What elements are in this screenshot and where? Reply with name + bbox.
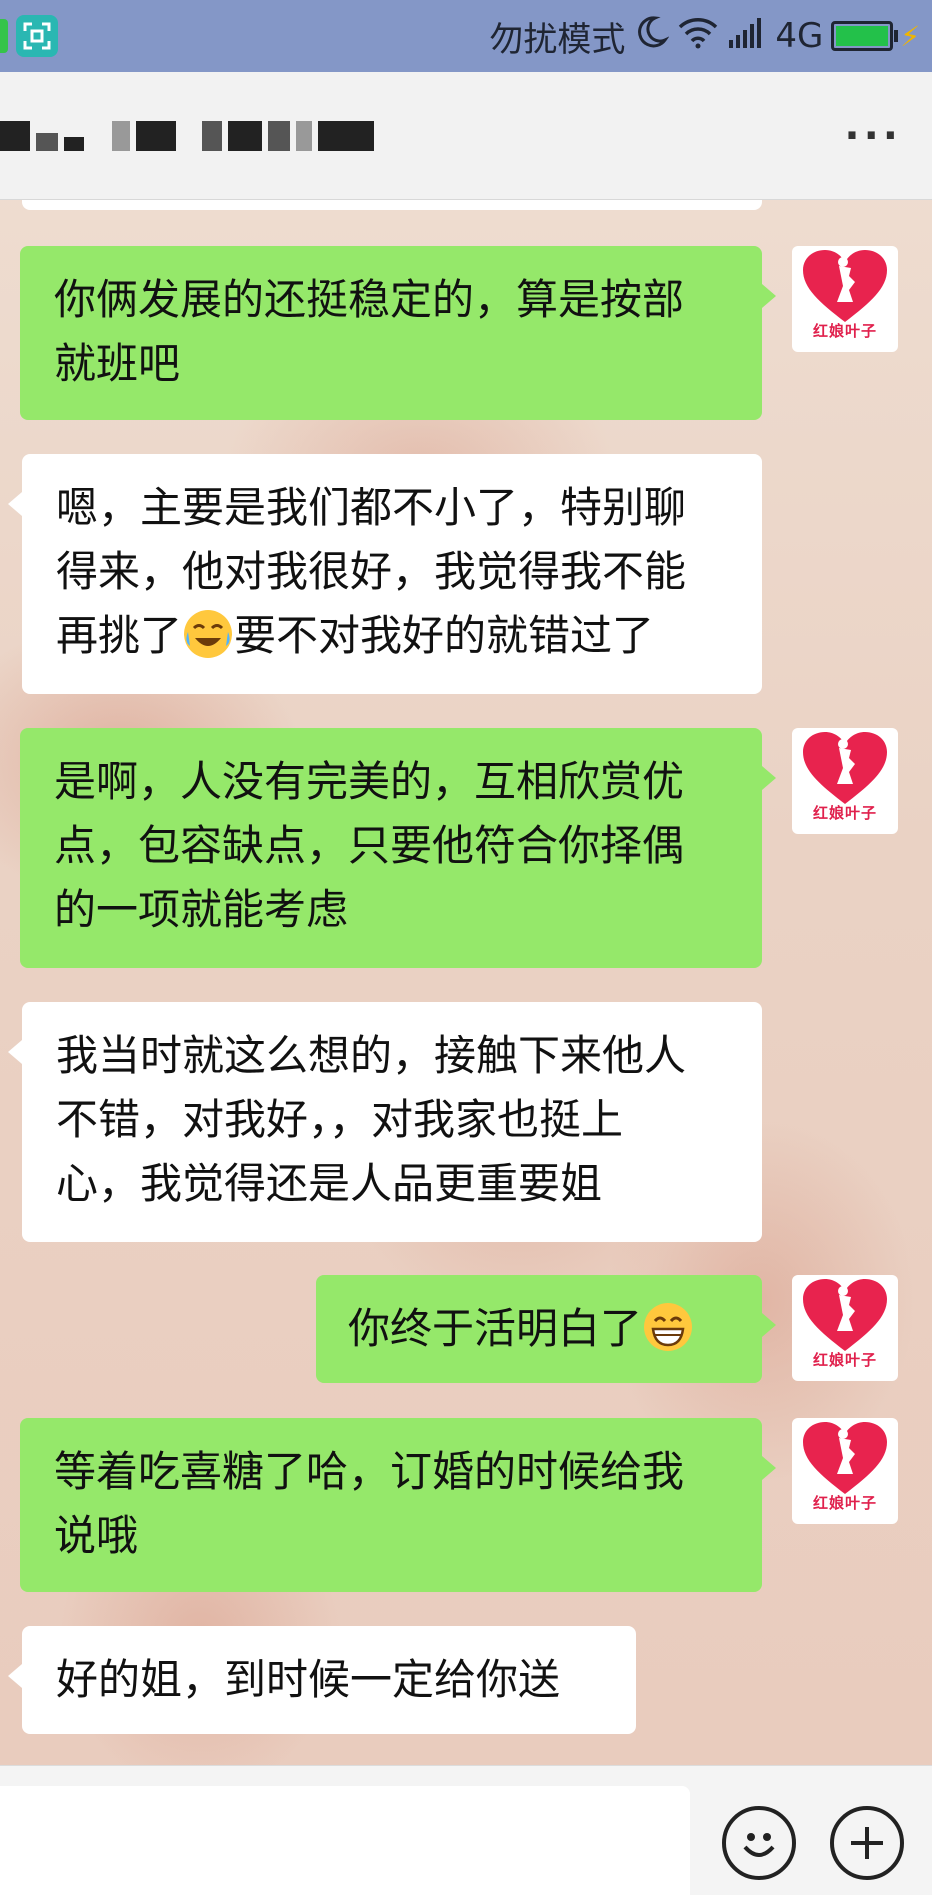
screenshot-icon bbox=[16, 15, 58, 57]
more-options-button[interactable]: ··· bbox=[844, 113, 902, 159]
message-text: 是啊，人没有完美的，互相欣赏优 点，包容缺点，只要他符合你择偶 的一项就能考虑 bbox=[54, 757, 685, 934]
message-text: 等着吃喜糖了哈，订婚的时候给我 说哦 bbox=[54, 1447, 685, 1560]
message-incoming[interactable]: 嗯，主要是我们都不小了，特别聊 得来，他对我很好，我觉得我不能 再挑了 要不对我好… bbox=[8, 454, 762, 694]
chat-header: ··· bbox=[0, 72, 932, 200]
message-list[interactable]: 你俩发展的还挺稳定的，算是按部 就班吧 红娘叶子 嗯，主要是我们都不小了，特别聊… bbox=[0, 200, 932, 1765]
dnd-label: 勿扰模式 bbox=[489, 19, 626, 60]
plus-icon bbox=[851, 1827, 883, 1859]
call-indicator bbox=[0, 19, 8, 53]
avatar[interactable]: 红娘叶子 bbox=[792, 1418, 898, 1524]
message-text: 你俩发展的还挺稳定的，算是按部 就班吧 bbox=[54, 275, 685, 388]
message-input[interactable] bbox=[0, 1786, 690, 1895]
message-incoming[interactable]: 我当时就这么想的，接触下来他人 不错，对我好，，对我家也挺上 心，我觉得还是人品… bbox=[8, 1002, 762, 1242]
message-outgoing[interactable]: 等着吃喜糖了哈，订婚的时候给我 说哦 bbox=[20, 1418, 776, 1592]
battery-icon: ⚡ bbox=[831, 20, 920, 53]
signal-icon bbox=[727, 16, 767, 57]
grinning-emoji-icon bbox=[642, 1301, 694, 1353]
heart-logo-icon bbox=[803, 732, 887, 804]
message-incoming[interactable]: 好的姐，到时候一定给你送 bbox=[8, 1626, 636, 1734]
avatar[interactable]: 红娘叶子 bbox=[792, 728, 898, 834]
heart-logo-icon bbox=[803, 250, 887, 322]
emoji-button[interactable] bbox=[722, 1806, 796, 1880]
moon-icon bbox=[633, 14, 670, 59]
smiley-icon bbox=[743, 1833, 775, 1857]
network-label: 4G bbox=[775, 16, 824, 56]
crying-laughing-emoji-icon bbox=[182, 608, 234, 660]
message-text: 你终于活明白了 bbox=[348, 1304, 643, 1353]
wifi-icon bbox=[677, 15, 719, 58]
message-text: 我当时就这么想的，接触下来他人 不错，对我好，，对我家也挺上 心，我觉得还是人品… bbox=[56, 1031, 687, 1208]
message-text-after: 要不对我好的就错过了 bbox=[234, 611, 655, 660]
avatar[interactable]: 红娘叶子 bbox=[792, 246, 898, 352]
avatar[interactable]: 红娘叶子 bbox=[792, 1275, 898, 1381]
plus-button[interactable] bbox=[830, 1806, 904, 1880]
message-outgoing[interactable]: 是啊，人没有完美的，互相欣赏优 点，包容缺点，只要他符合你择偶 的一项就能考虑 bbox=[20, 728, 776, 968]
input-bar bbox=[0, 1765, 932, 1895]
heart-logo-icon bbox=[803, 1279, 887, 1351]
previous-message-fragment bbox=[22, 200, 762, 210]
message-outgoing[interactable]: 你终于活明白了 bbox=[316, 1275, 776, 1383]
message-outgoing[interactable]: 你俩发展的还挺稳定的，算是按部 就班吧 bbox=[20, 246, 776, 420]
status-bar: 勿扰模式 4G ⚡ bbox=[0, 0, 932, 72]
heart-logo-icon bbox=[803, 1422, 887, 1494]
redacted-contact-name bbox=[0, 116, 374, 156]
message-text: 好的姐，到时候一定给你送 bbox=[56, 1655, 561, 1704]
